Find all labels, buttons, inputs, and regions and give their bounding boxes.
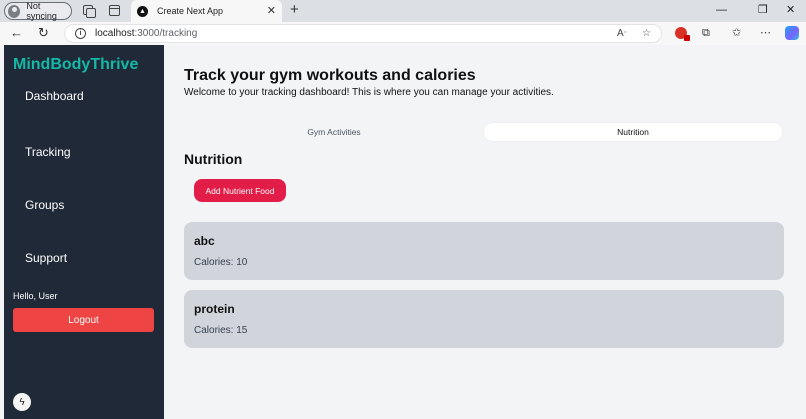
favorites-icon[interactable]: ✩	[732, 26, 741, 40]
url-path: :3000/tracking	[134, 28, 198, 39]
info-icon[interactable]: i	[75, 28, 86, 39]
favorite-icon[interactable]: ☆	[642, 27, 651, 40]
extension-icon[interactable]	[675, 27, 690, 41]
page-subtitle: Welcome to your tracking dashboard! This…	[184, 87, 554, 98]
reload-icon[interactable]: ↻	[38, 25, 49, 41]
main-content: Track your gym workouts and calories Wel…	[164, 45, 806, 419]
new-tab-icon[interactable]: +	[290, 2, 299, 18]
back-icon[interactable]: ←	[10, 25, 23, 41]
brand-logo[interactable]: MindBodyThrive	[13, 56, 138, 74]
section-title: Nutrition	[184, 151, 243, 167]
minimize-icon[interactable]: —	[716, 3, 727, 17]
sidebar: MindBodyThrive Dashboard Tracking Groups…	[4, 45, 164, 419]
more-icon[interactable]: ⋯	[760, 26, 771, 40]
sidebar-item-groups[interactable]: Groups	[25, 198, 64, 212]
sidebar-item-tracking[interactable]: Tracking	[25, 145, 71, 159]
tab-title: Create Next App	[157, 6, 224, 16]
logout-button[interactable]: Logout	[13, 308, 154, 332]
food-card[interactable]: protein Calories: 15	[184, 290, 784, 348]
food-calories: Calories: 10	[194, 257, 248, 268]
read-aloud-icon[interactable]: Aᐧ	[617, 27, 626, 40]
food-card[interactable]: abc Calories: 10	[184, 222, 784, 280]
page-title: Track your gym workouts and calories	[184, 67, 476, 84]
tab-strip: Gym Activities Nutrition	[184, 123, 784, 141]
tab-nutrition[interactable]: Nutrition	[484, 123, 782, 141]
food-name: protein	[194, 302, 235, 316]
tab-actions-icon[interactable]	[109, 5, 120, 16]
profile-label: Not syncing	[26, 1, 57, 21]
food-name: abc	[194, 234, 215, 248]
puzzle-icon[interactable]: ⧉	[702, 26, 710, 40]
bolt-icon[interactable]: ϟ	[13, 393, 31, 411]
tab-gym-activities[interactable]: Gym Activities	[184, 123, 484, 141]
browser-tab[interactable]: ▲ Create Next App ✕	[131, 0, 282, 22]
profile-icon	[8, 4, 21, 18]
browser-tab-bar: Not syncing ▲ Create Next App ✕ + — ❐ ✕	[0, 0, 806, 22]
tab-favicon-icon: ▲	[137, 5, 148, 17]
close-icon[interactable]: ✕	[267, 4, 276, 18]
add-nutrient-food-button[interactable]: Add Nutrient Food	[194, 179, 286, 202]
food-calories: Calories: 15	[194, 325, 248, 336]
sidebar-item-dashboard[interactable]: Dashboard	[25, 89, 84, 103]
url-host: localhost	[95, 28, 135, 39]
window-close-icon[interactable]: ✕	[786, 3, 795, 17]
restore-icon[interactable]: ❐	[758, 3, 768, 17]
workspaces-icon[interactable]	[82, 4, 96, 18]
profile-button[interactable]: Not syncing	[4, 1, 72, 21]
address-bar[interactable]: i localhost:3000/tracking Aᐧ ☆	[64, 24, 662, 43]
sidebar-item-support[interactable]: Support	[25, 251, 67, 265]
copilot-icon[interactable]	[785, 26, 799, 40]
url-text: localhost:3000/tracking	[95, 28, 197, 39]
user-greeting: Hello, User	[13, 291, 58, 301]
